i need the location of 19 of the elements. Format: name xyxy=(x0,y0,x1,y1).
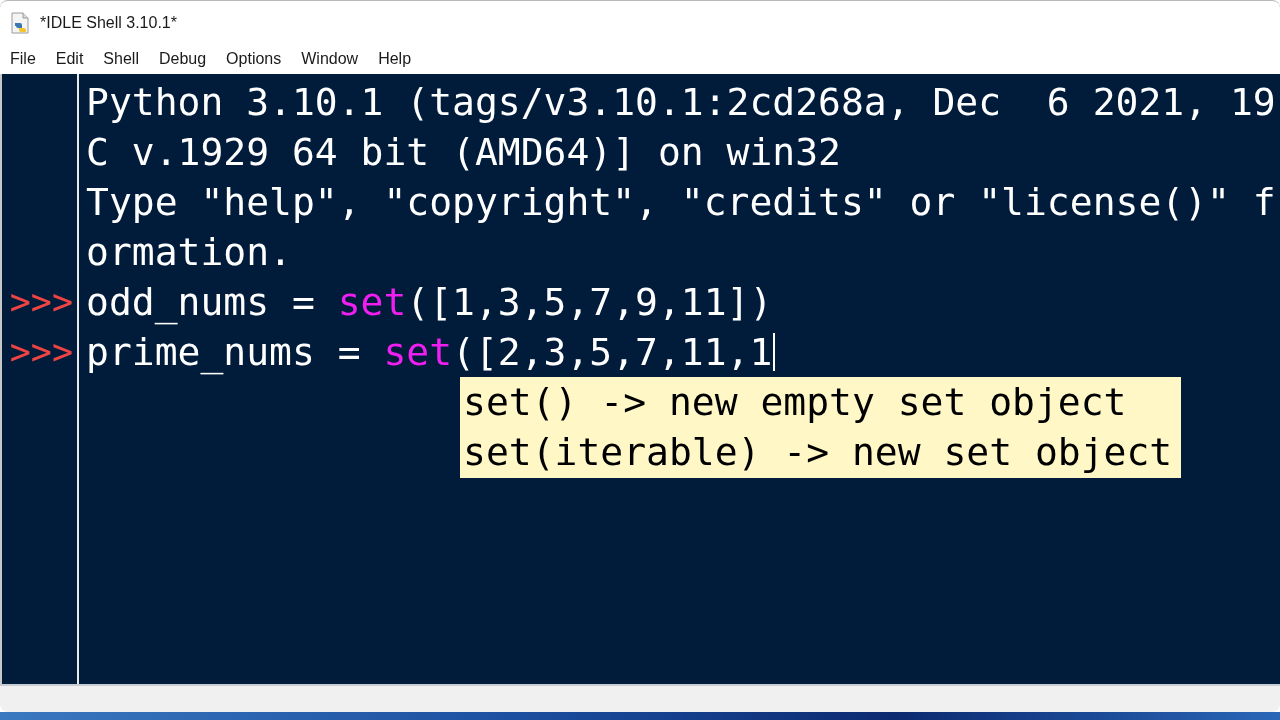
menu-item[interactable]: Debug xyxy=(148,47,217,71)
menu-item[interactable]: Help xyxy=(368,47,422,71)
code-line: ormation. xyxy=(86,229,292,276)
window-title: *IDLE Shell 3.10.1* xyxy=(40,13,177,32)
menu-item[interactable]: Edit xyxy=(45,47,94,71)
python-file-icon xyxy=(10,11,30,34)
code-line: C v.1929 64 bit (AMD64)] on win32 xyxy=(86,129,841,176)
menu-item[interactable]: Shell xyxy=(93,47,149,71)
code-line: Type "help", "copyright", "credits" or "license()" f xyxy=(86,179,1276,226)
calltip-line: set() -> new empty set object xyxy=(463,379,1128,426)
menu-item[interactable]: Window xyxy=(291,47,369,71)
code-line: odd_nums = set([1,3,5,7,9,11]) xyxy=(86,279,773,327)
calltip-line: set(iterable) -> new set object xyxy=(463,429,1174,476)
code-line: prime_nums = set([2,3,5,7,11,1 xyxy=(86,329,773,377)
shell-prompt: >>> xyxy=(9,281,73,324)
menu-item[interactable]: File xyxy=(0,47,46,71)
shell-prompt: >>> xyxy=(9,331,73,374)
code-line: Python 3.10.1 (tags/v3.10.1:2cd268a, Dec 6 2021, 19 xyxy=(86,79,1276,126)
menu-item[interactable]: Options xyxy=(216,47,292,71)
